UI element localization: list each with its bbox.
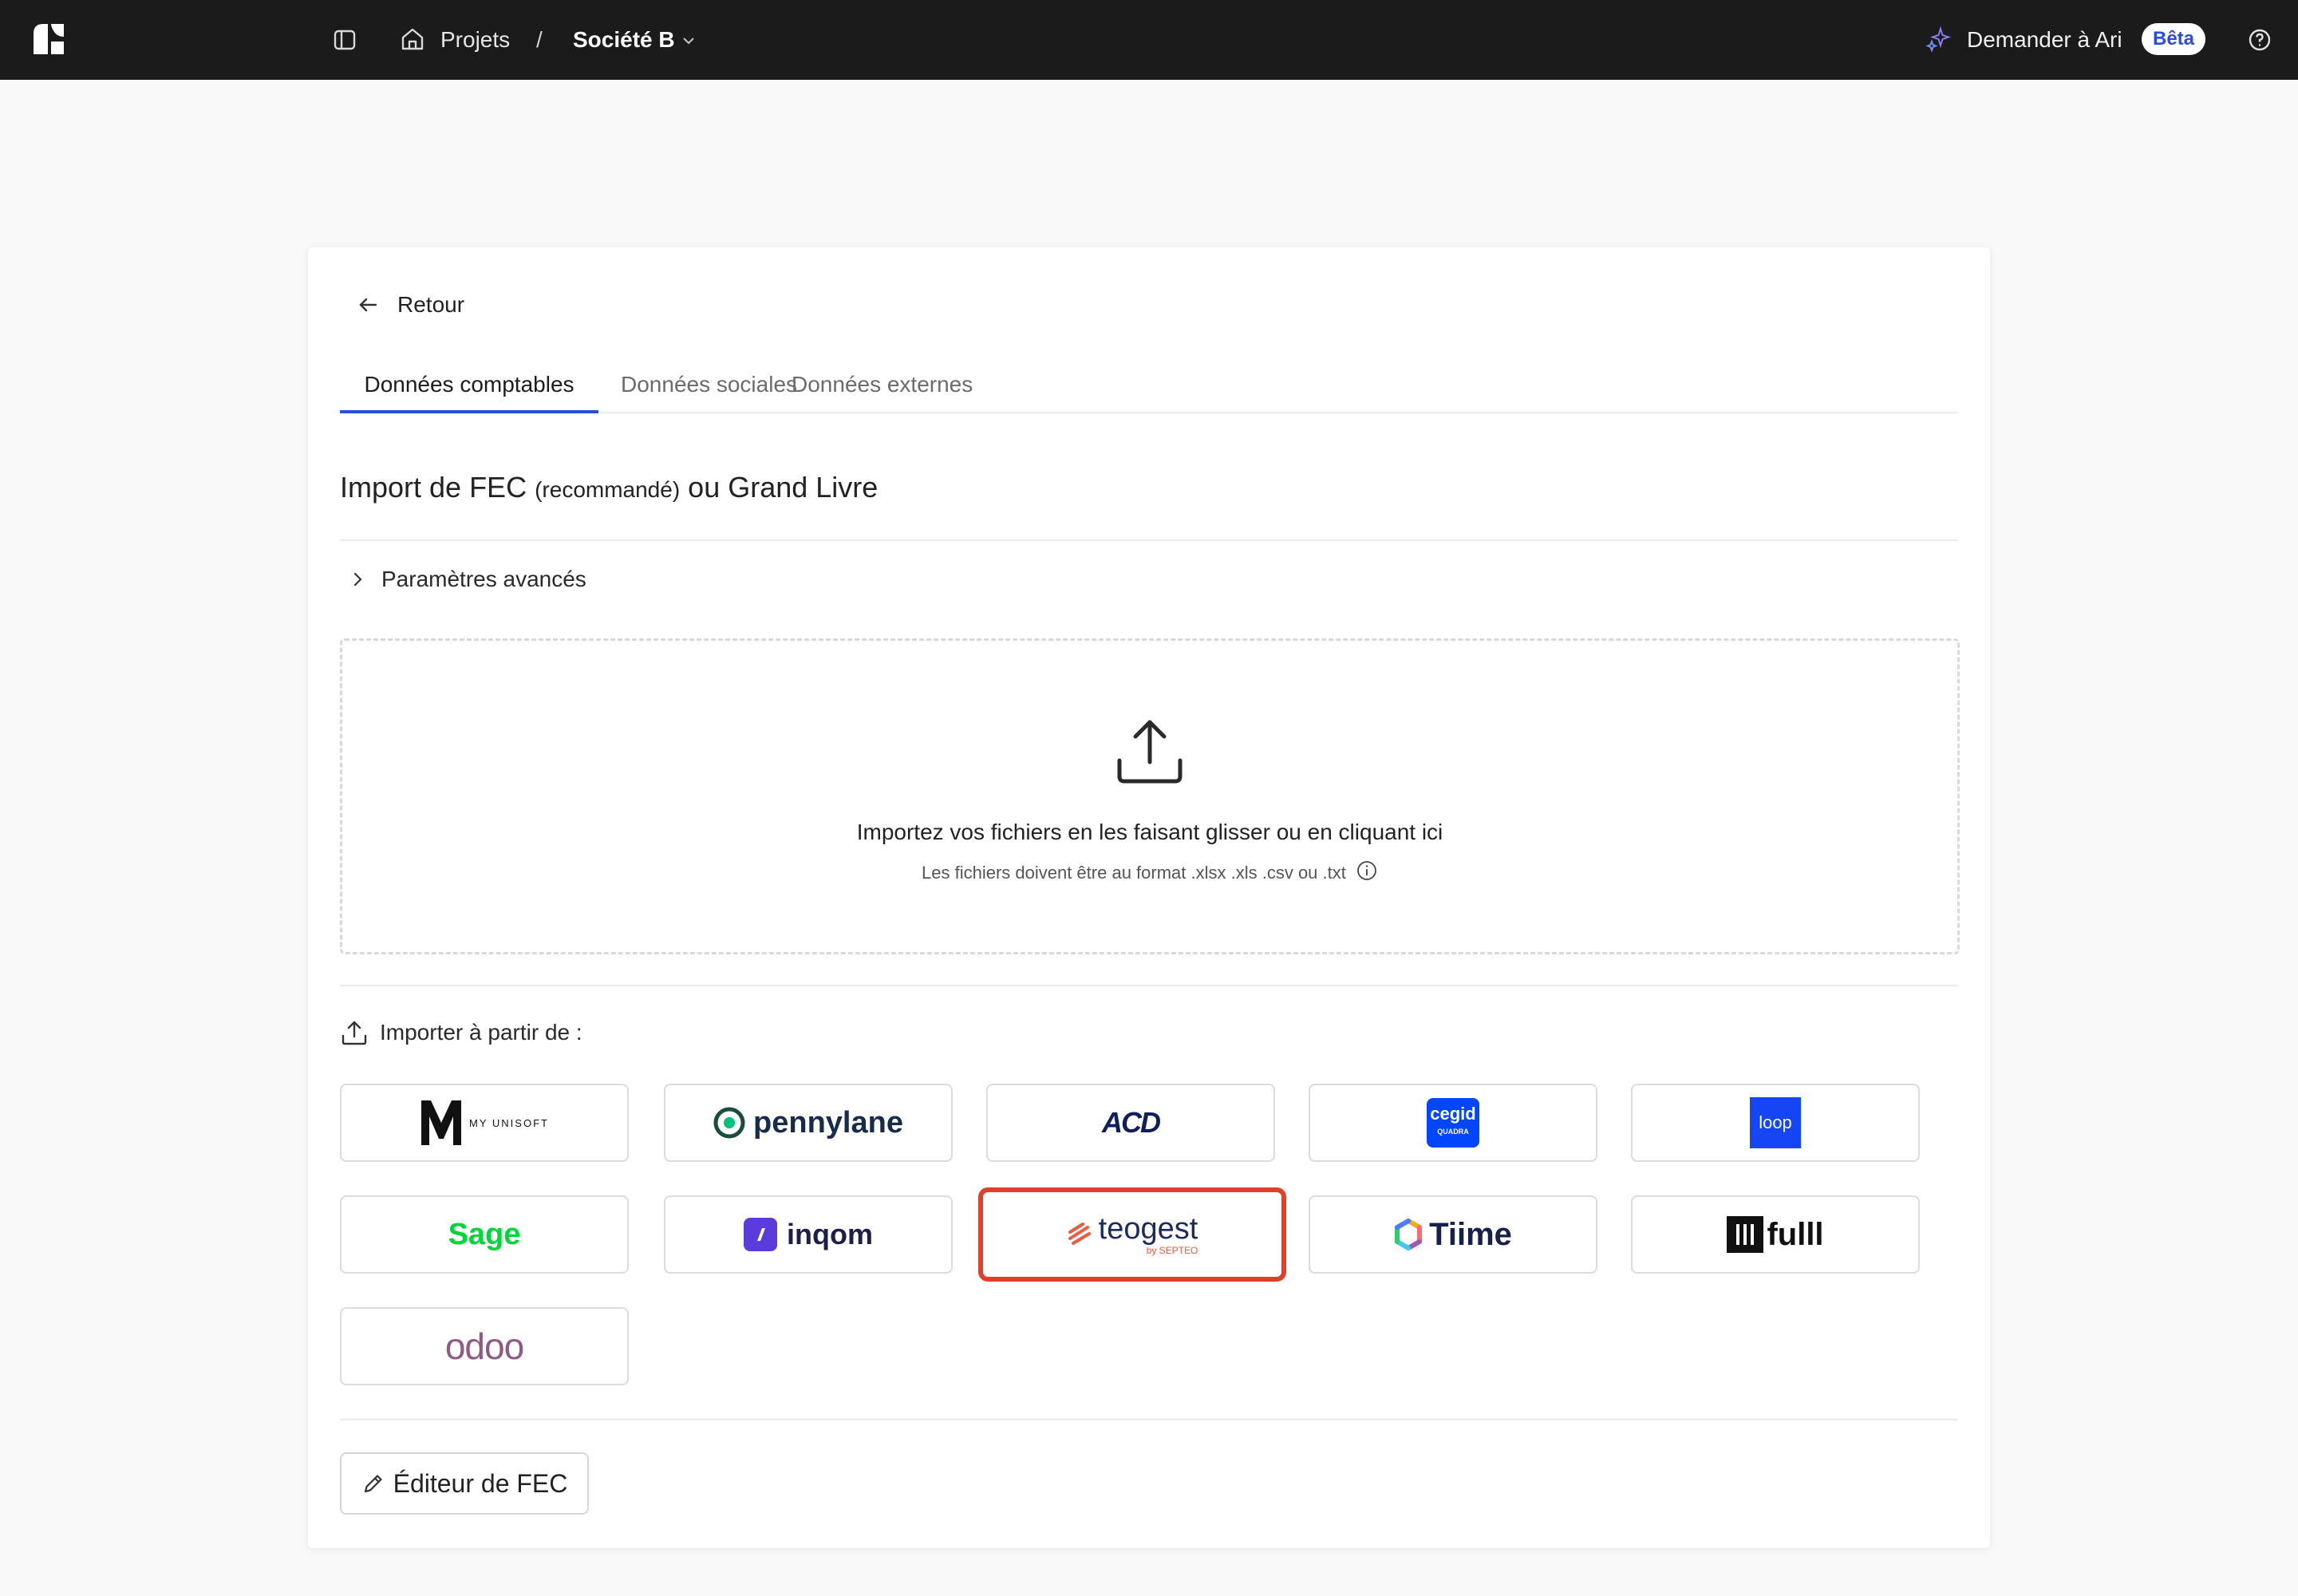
cegid-logo-icon: cegid QUADRA [1427, 1098, 1479, 1148]
import-card: Retour Données comptables Données social… [308, 247, 1990, 1548]
ask-ari-button[interactable]: Demander à Ari [1967, 26, 2122, 54]
upload-icon [1117, 720, 1183, 784]
teogest-logo-text: teogest [1098, 1212, 1198, 1246]
cegid-logo-subtext: QUADRA [1437, 1128, 1469, 1136]
inqom-logo-text: inqom [787, 1218, 873, 1250]
loop-logo-icon: loop [1750, 1097, 1801, 1148]
provider-teogest[interactable]: teogest by SEPTEO [978, 1187, 1286, 1282]
app-logo[interactable] [32, 22, 65, 56]
breadcrumb-separator: / [536, 27, 543, 52]
import-from-heading: Importer à partir de : [340, 1018, 582, 1047]
fec-editor-label: Éditeur de FEC [393, 1468, 568, 1498]
inqom-mark-icon [757, 1228, 765, 1241]
upload-icon [342, 1021, 367, 1045]
tab-accounting-data[interactable]: Données comptables [340, 359, 598, 413]
back-button[interactable]: Retour [356, 289, 464, 321]
divider [340, 985, 1958, 986]
import-from-label: Importer à partir de : [380, 1020, 582, 1045]
tab-bar: Données comptables Données sociales Donn… [340, 359, 1958, 413]
advanced-settings-label: Paramètres avancés [381, 567, 586, 591]
provider-myunisoft[interactable]: MY UNISOFT [340, 1084, 629, 1162]
file-dropzone[interactable]: Importez vos fichiers en les faisant gli… [340, 638, 1960, 954]
chevron-down-icon[interactable] [680, 32, 697, 49]
pennylane-logo-text: pennylane [753, 1105, 903, 1140]
breadcrumb-company[interactable]: Société B [573, 26, 675, 54]
provider-tiime[interactable]: Tiime [1309, 1195, 1597, 1274]
teogest-logo-subtext: by SEPTEO [1146, 1245, 1198, 1256]
divider [340, 539, 1958, 541]
fec-editor-button[interactable]: Éditeur de FEC [340, 1452, 589, 1515]
odoo-logo-text: odoo [444, 1325, 524, 1367]
provider-acd[interactable]: ACD [986, 1084, 1275, 1162]
fulll-logo-text: fulll [1767, 1216, 1824, 1252]
teogest-logo-icon [1068, 1223, 1091, 1245]
dropzone-format-text: Les fichiers doivent être au format .xls… [922, 863, 1346, 883]
divider [340, 1419, 1958, 1420]
teogest-logo-wordmark: teogest by SEPTEO [1099, 1213, 1198, 1256]
loop-logo-text: loop [1759, 1112, 1792, 1132]
myunisoft-logo-icon [421, 1100, 462, 1145]
title-fec: Import de FEC [340, 471, 527, 504]
beta-badge: Bêta [2142, 23, 2206, 55]
tiime-logo-icon [1395, 1219, 1423, 1250]
provider-sage[interactable]: Sage [340, 1195, 629, 1274]
pencil-icon [364, 1475, 382, 1493]
home-icon[interactable] [399, 26, 426, 53]
provider-pennylane[interactable]: pennylane [664, 1084, 953, 1162]
cegid-logo-text: cegid [1430, 1104, 1476, 1124]
help-circle-icon[interactable] [2247, 27, 2272, 53]
tab-external-data[interactable]: Données externes [792, 359, 973, 410]
section-title: Import de FEC (recommandé) ou Grand Livr… [340, 471, 878, 504]
acd-logo-text: ACD [1102, 1106, 1161, 1139]
title-recommended: (recommandé) [535, 477, 681, 502]
provider-inqom[interactable]: inqom [664, 1195, 953, 1274]
sparkle-icon[interactable] [1925, 26, 1952, 53]
tiime-logo-text: Tiime [1429, 1216, 1512, 1252]
advanced-settings-toggle[interactable]: Paramètres avancés [348, 567, 586, 592]
sage-logo-text: Sage [448, 1217, 521, 1251]
back-label: Retour [397, 292, 465, 317]
provider-odoo[interactable]: odoo [340, 1307, 629, 1385]
pennylane-logo-icon [713, 1107, 745, 1139]
breadcrumb-projects[interactable]: Projets [440, 26, 510, 54]
title-grand-livre: ou Grand Livre [688, 471, 879, 504]
provider-fulll[interactable]: fulll [1631, 1195, 1920, 1274]
sidebar-toggle-icon[interactable] [332, 27, 357, 53]
inqom-logo-icon [744, 1218, 777, 1251]
dropzone-instruction: Importez vos fichiers en les faisant gli… [856, 820, 1443, 844]
dropzone-format-hint: Les fichiers doivent être au format .xls… [342, 859, 1957, 883]
provider-loop[interactable]: loop [1631, 1084, 1920, 1162]
fulll-logo-icon [1727, 1216, 1764, 1253]
myunisoft-logo-text: MY UNISOFT [469, 1116, 549, 1129]
arrow-left-icon [359, 298, 377, 312]
provider-cegid[interactable]: cegid QUADRA [1309, 1084, 1597, 1162]
top-bar: Projets / Société B Demander à Ari Bêta [0, 0, 2298, 80]
chevron-right-icon [353, 572, 362, 587]
info-icon[interactable] [1356, 859, 1378, 882]
tab-social-data[interactable]: Données sociales [621, 359, 797, 410]
